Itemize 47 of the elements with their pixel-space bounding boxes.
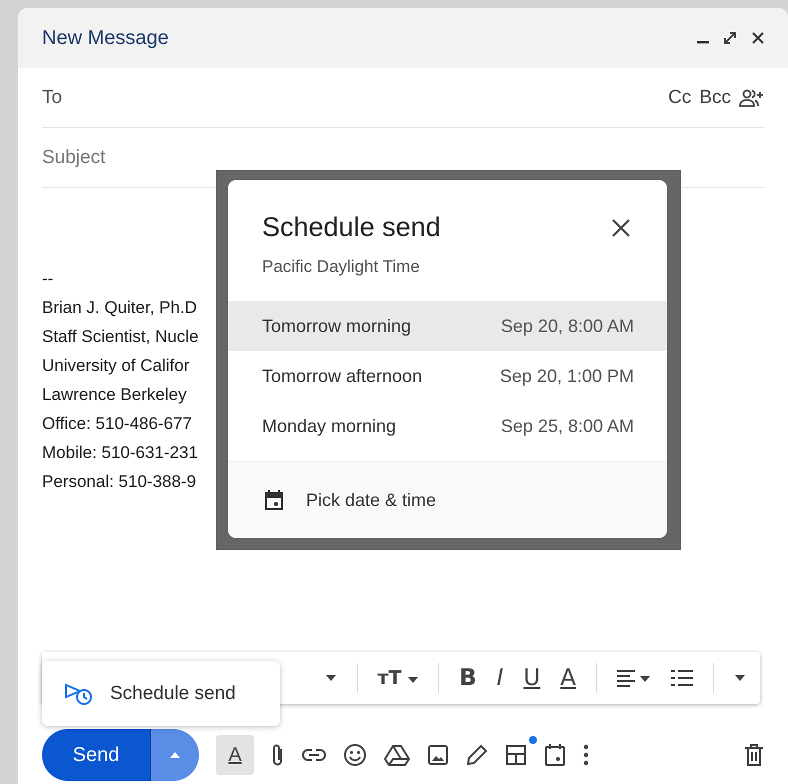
paperclip-icon[interactable] — [271, 743, 285, 767]
smiley-icon[interactable] — [343, 743, 367, 767]
signature-line: Staff Scientist, Nucle — [42, 326, 199, 348]
window-title: New Message — [42, 26, 169, 50]
bold-button[interactable]: B — [459, 665, 477, 691]
signature-line: Lawrence Berkeley — [42, 384, 187, 406]
signature-line: University of Califor — [42, 355, 190, 377]
caret-icon[interactable] — [734, 674, 746, 682]
signature-line: Brian J. Quiter, Ph.D — [42, 297, 197, 319]
signature-line: -- — [42, 268, 54, 290]
link-icon[interactable] — [302, 748, 326, 762]
expand-icon[interactable] — [722, 30, 738, 46]
numbered-list-icon[interactable] — [671, 668, 693, 688]
caret-icon[interactable] — [324, 674, 336, 682]
signature-line: Office: 510-486-677 — [42, 413, 192, 435]
send-button[interactable]: Send — [42, 729, 151, 781]
cc-link[interactable]: Cc — [668, 86, 692, 108]
signature-line: Personal: 510-388-9 — [42, 471, 196, 493]
pick-date-option[interactable]: Pick date & time — [228, 462, 667, 538]
menu-item[interactable]: Schedule send — [110, 682, 236, 704]
dialog-title: Schedule send — [262, 212, 441, 243]
close-icon[interactable] — [750, 30, 766, 46]
calendar-icon — [264, 489, 284, 511]
trash-icon[interactable] — [744, 744, 764, 766]
signature-line: Mobile: 510-631-231 — [42, 442, 198, 464]
layout-icon[interactable] — [505, 744, 527, 766]
close-icon[interactable] — [611, 218, 631, 238]
formatting-toggle[interactable]: A — [216, 735, 254, 775]
underline-button[interactable]: U — [523, 665, 540, 691]
text-size-button[interactable]: тT — [378, 667, 418, 689]
caret-icon[interactable] — [408, 677, 418, 684]
bcc-link[interactable]: Bcc — [699, 86, 731, 108]
triangle-icon[interactable] — [384, 744, 410, 766]
align-icon[interactable] — [617, 668, 651, 688]
to-label: To — [42, 86, 62, 108]
image-icon[interactable] — [427, 744, 449, 766]
schedule-option[interactable]: Tomorrow morning Sep 20, 8:00 AM — [228, 301, 667, 351]
more-icon[interactable] — [583, 744, 589, 766]
add-people-icon[interactable] — [739, 88, 765, 108]
pen-icon[interactable] — [466, 744, 488, 766]
scheduled-send-icon — [64, 682, 94, 706]
calendar-icon[interactable] — [544, 743, 566, 767]
italic-button[interactable]: I — [496, 665, 504, 691]
timezone-label: Pacific Daylight Time — [261, 256, 421, 278]
text-color-button[interactable]: A — [560, 665, 576, 691]
schedule-option[interactable]: Monday morning Sep 25, 8:00 AM — [228, 401, 667, 451]
schedule-option[interactable]: Tomorrow afternoon Sep 20, 1:00 PM — [228, 351, 667, 401]
